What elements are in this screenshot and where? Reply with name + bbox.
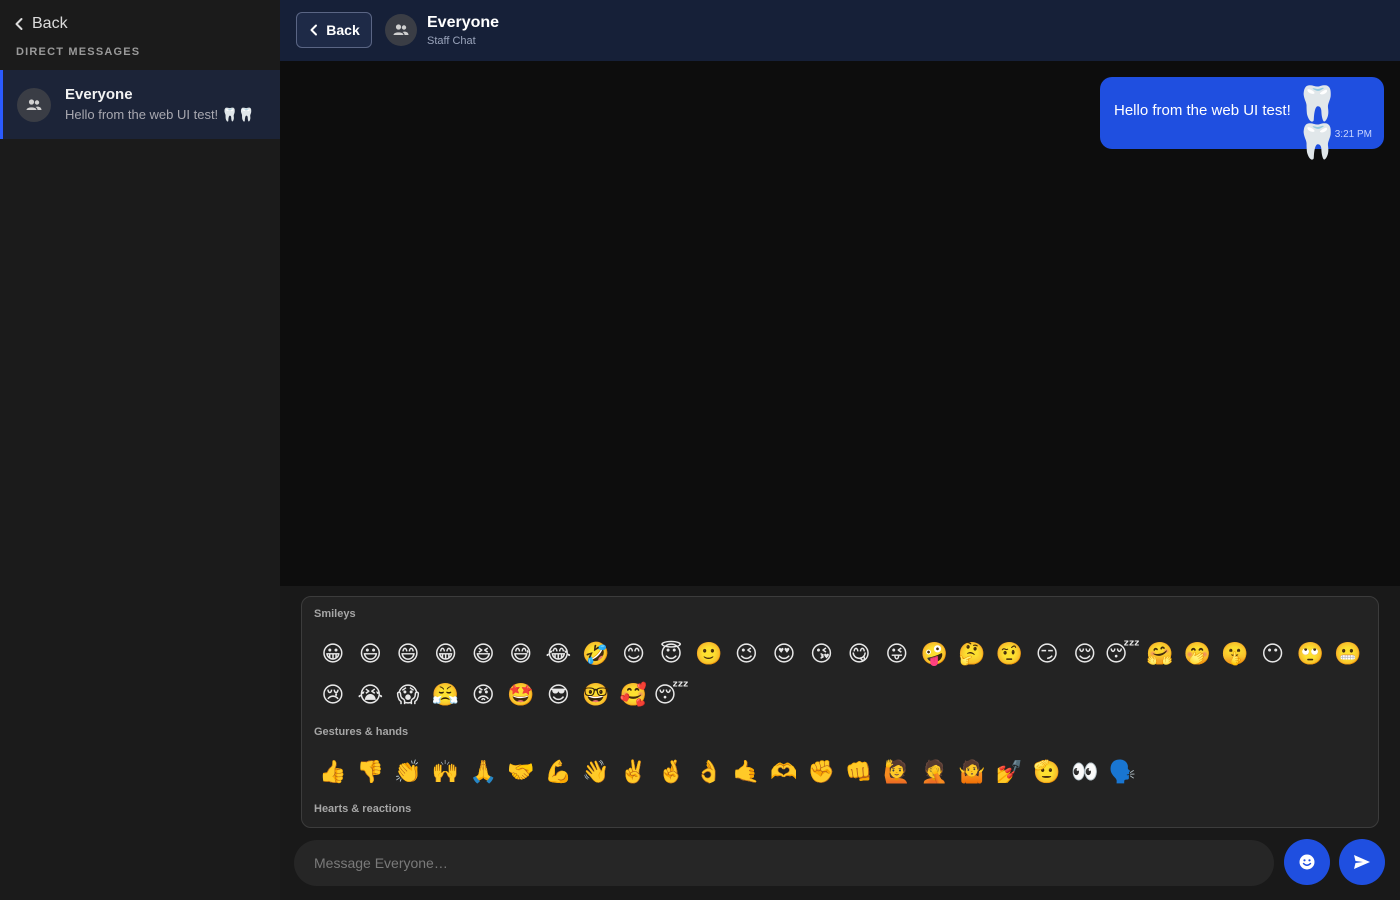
emoji-category-hearts: Hearts & reactions ❤️🧡💛💚💙💜🖤🤍💖🔥💯💔💢💥✨⭐🌟🎉💕💗 <box>314 803 1368 827</box>
emoji-option[interactable]: 😌 <box>1066 633 1104 674</box>
emoji-option[interactable]: 👏 <box>389 751 427 792</box>
emoji-option[interactable]: 🙂 <box>690 633 728 674</box>
emoji-option[interactable]: 😡 <box>464 674 502 715</box>
message-input[interactable] <box>294 840 1274 886</box>
emoji-option[interactable]: 😉 <box>728 633 766 674</box>
chat-subtitle: Staff Chat <box>427 35 476 47</box>
emoji-option[interactable]: 😴 <box>652 674 690 715</box>
conversation-preview: Hello from the web UI test! 🦷🦷 <box>65 107 255 122</box>
emoji-option[interactable]: ✊ <box>803 751 841 792</box>
emoji-option[interactable]: 😎 <box>540 674 578 715</box>
emoji-option[interactable]: 🙏 <box>464 751 502 792</box>
emoji-category-smileys: Smileys 😀 😃 😄 😁 😆 😅 😂 🤣 😊 😇 🙂 😉 😍 😘 😋 😜 🤪 🤔 🤨 😏 😌 😴 🤗 🤭 🤫 😶 🙄 😬 😢 😭 😱 😤… <box>314 608 1368 715</box>
emoji-option[interactable]: 😬 <box>1329 633 1367 674</box>
emoji-option[interactable]: 😋 <box>840 633 878 674</box>
emoji-option[interactable]: 🤦 <box>916 751 954 792</box>
emoji-option[interactable]: 👎 <box>352 751 390 792</box>
emoji-option[interactable]: 😅 <box>502 633 540 674</box>
emoji-option[interactable]: 👀 <box>1066 751 1104 792</box>
sidebar: Back DIRECT MESSAGES Everyone Hello from… <box>0 0 280 900</box>
emoji-option[interactable]: 🫡 <box>1028 751 1066 792</box>
section-heading: DIRECT MESSAGES <box>16 46 141 58</box>
message-bubble: Hello from the web UI test! 🦷🦷 3:21 PM <box>1100 77 1384 161</box>
emoji-grid: 👍 👎 👏 🙌 🙏 🤝 💪 👋 ✌️ 🤞 👌 🤙 🫶 ✊ 👊 🙋 🤦 🤷 💅 🫡 👀 🗣️ <box>314 751 1368 792</box>
message-emoji: 🦷🦷 <box>1296 85 1343 161</box>
header-avatar <box>385 14 417 46</box>
message-timestamp: 3:21 PM <box>1334 129 1372 140</box>
emoji-option[interactable]: 😤 <box>427 674 465 715</box>
emoji-option[interactable]: 🥰 <box>615 674 653 715</box>
emoji-option[interactable]: 🤫 <box>1216 633 1254 674</box>
emoji-option[interactable]: 🗣️ <box>1103 751 1141 792</box>
emoji-category-label: Smileys <box>314 608 356 620</box>
emoji-grid: 😀 😃 😄 😁 😆 😅 😂 🤣 😊 😇 🙂 😉 😍 😘 😋 😜 🤪 🤔 🤨 😏 😌 😴 🤗 🤭 🤫 😶 🙄 😬 😢 😭 😱 😤 😡 🤩 😎 🤓 🥰 😴 <box>314 633 1368 715</box>
emoji-option[interactable]: 🤨 <box>991 633 1029 674</box>
emoji-option[interactable]: 😆 <box>464 633 502 674</box>
emoji-option[interactable]: 😄 <box>389 633 427 674</box>
emoji-option[interactable]: 👌 <box>690 751 728 792</box>
emoji-option[interactable]: 🙌 <box>427 751 465 792</box>
avatar <box>17 87 51 122</box>
emoji-option[interactable]: 👋 <box>577 751 615 792</box>
people-icon <box>26 98 42 110</box>
emoji-option[interactable]: 😴 <box>1103 633 1141 674</box>
emoji-category-label: Hearts & reactions <box>314 803 412 815</box>
emoji-option[interactable]: 🤗 <box>1141 633 1179 674</box>
emoji-option[interactable]: 😍 <box>765 633 803 674</box>
emoji-option[interactable]: 🤔 <box>953 633 991 674</box>
smiley-icon <box>1299 854 1315 870</box>
emoji-option[interactable]: 😘 <box>803 633 841 674</box>
emoji-option[interactable]: 😢 <box>314 674 352 715</box>
emoji-option[interactable]: 💅 <box>991 751 1029 792</box>
conversation-item-everyone[interactable]: Everyone Hello from the web UI test! 🦷🦷 <box>0 70 280 139</box>
composer-area: Smileys 😀 😃 😄 😁 😆 😅 😂 🤣 😊 😇 🙂 😉 😍 😘 😋 😜 🤪 🤔 🤨 😏 😌 😴 🤗 🤭 🤫 😶 🙄 😬 😢 😭 😱 😤… <box>280 586 1400 900</box>
emoji-option[interactable]: 🤩 <box>502 674 540 715</box>
emoji-option[interactable]: 💪 <box>540 751 578 792</box>
emoji-option[interactable]: 😀 <box>314 633 352 674</box>
sidebar-back-button[interactable]: Back <box>12 11 68 37</box>
emoji-option[interactable]: 🫶 <box>765 751 803 792</box>
emoji-option[interactable]: 🤝 <box>502 751 540 792</box>
sidebar-back-label: Back <box>32 15 68 32</box>
send-icon <box>1354 855 1370 869</box>
chat-title: Everyone <box>427 14 500 31</box>
chevron-left-icon <box>15 18 23 30</box>
emoji-category-label: Gestures & hands <box>314 726 409 738</box>
message-list: Hello from the web UI test! 🦷🦷 3:21 PM <box>280 61 1400 586</box>
emoji-option[interactable]: ✌️ <box>615 751 653 792</box>
emoji-option[interactable]: 😂 <box>540 633 578 674</box>
emoji-option[interactable]: 😊 <box>615 633 653 674</box>
emoji-option[interactable]: 🙋 <box>878 751 916 792</box>
message-text: Hello from the web UI test! <box>1114 102 1291 119</box>
header-back-button[interactable]: Back <box>296 12 372 48</box>
chevron-left-icon <box>310 24 318 36</box>
emoji-option[interactable]: 😱 <box>389 674 427 715</box>
emoji-option[interactable]: 😃 <box>352 633 390 674</box>
emoji-option[interactable]: 👍 <box>314 751 352 792</box>
conversation-name: Everyone <box>65 86 133 103</box>
emoji-picker-content: Smileys 😀 😃 😄 😁 😆 😅 😂 🤣 😊 😇 🙂 😉 😍 😘 😋 😜 🤪 🤔 🤨 😏 😌 😴 🤗 🤭 🤫 😶 🙄 😬 😢 😭 😱 😤… <box>314 608 1368 827</box>
emoji-option[interactable]: 🤞 <box>652 751 690 792</box>
emoji-option[interactable]: 🤙 <box>728 751 766 792</box>
emoji-option[interactable]: 😜 <box>878 633 916 674</box>
emoji-toggle-button[interactable] <box>1284 839 1330 885</box>
send-button[interactable] <box>1339 839 1385 885</box>
emoji-option[interactable]: 🤭 <box>1179 633 1217 674</box>
emoji-option[interactable]: 😏 <box>1028 633 1066 674</box>
chat-header: Back Everyone Staff Chat <box>280 0 1400 61</box>
emoji-picker[interactable]: Smileys 😀 😃 😄 😁 😆 😅 😂 🤣 😊 😇 🙂 😉 😍 😘 😋 😜 🤪 🤔 🤨 😏 😌 😴 🤗 🤭 🤫 😶 🙄 😬 😢 😭 😱 😤… <box>301 596 1379 828</box>
emoji-option[interactable]: 🤣 <box>577 633 615 674</box>
header-back-label: Back <box>326 22 360 38</box>
emoji-option[interactable]: 😭 <box>352 674 390 715</box>
emoji-option[interactable]: 🤪 <box>916 633 954 674</box>
emoji-option[interactable]: 👊 <box>840 751 878 792</box>
emoji-option[interactable]: 🙄 <box>1291 633 1329 674</box>
emoji-option[interactable]: 🤷 <box>953 751 991 792</box>
people-icon <box>393 24 409 35</box>
emoji-category-gestures: Gestures & hands 👍 👎 👏 🙌 🙏 🤝 💪 👋 ✌️ 🤞 👌 🤙 🫶 ✊ 👊 🙋 🤦 🤷 💅 🫡 👀 🗣… <box>314 726 1368 792</box>
emoji-option[interactable]: 😇 <box>652 633 690 674</box>
emoji-option[interactable]: 😁 <box>427 633 465 674</box>
emoji-option[interactable]: 😶 <box>1254 633 1292 674</box>
emoji-option[interactable]: 🤓 <box>577 674 615 715</box>
